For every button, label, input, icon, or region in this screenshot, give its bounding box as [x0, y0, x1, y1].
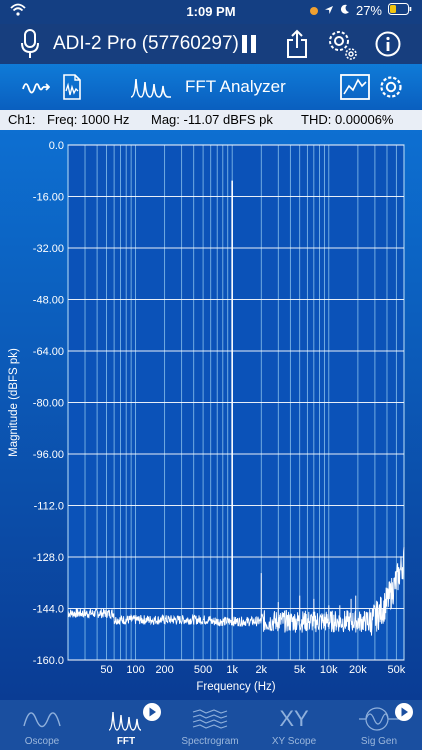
- oscope-icon: [23, 712, 61, 728]
- device-settings-icon[interactable]: [326, 27, 358, 61]
- xy-icon: XY: [279, 706, 309, 731]
- y-tick-label: -96.00: [33, 449, 64, 461]
- device-bar: ADI-2 Pro (57760297): [0, 24, 422, 64]
- fft-icon: [108, 711, 142, 731]
- y-tick-label: -16.00: [33, 192, 64, 204]
- y-tick-label: -144.0: [33, 604, 64, 616]
- x-tick-label: 200: [155, 664, 173, 676]
- spectrogram-icon: [192, 709, 228, 729]
- tab-fft[interactable]: FFT: [84, 700, 168, 750]
- thd-readout: THD: 0.00006%: [301, 112, 394, 127]
- play-badge-icon: [143, 703, 161, 721]
- battery-icon: [388, 3, 412, 18]
- location-icon: [324, 3, 334, 18]
- frequency-readout: Freq: 1000 Hz: [47, 112, 130, 127]
- measurement-readout: Ch1: Freq: 1000 Hz Mag: -11.07 dBFS pk T…: [0, 110, 422, 130]
- device-name[interactable]: ADI-2 Pro (57760297): [53, 33, 239, 55]
- tab-label: XY Scope: [271, 736, 317, 747]
- y-tick-label: 0.0: [49, 140, 64, 152]
- tab-label: Sig Gen: [360, 736, 398, 747]
- tab-bar: Oscope FFT Spectrogram XY XY Scope Sig G…: [0, 700, 422, 750]
- y-tick-label: -80.00: [33, 398, 64, 410]
- microphone-icon[interactable]: [18, 28, 42, 60]
- analyzer-title: FFT Analyzer: [185, 77, 286, 96]
- x-tick-label: 500: [194, 664, 212, 676]
- tab-label: Spectrogram: [181, 736, 239, 747]
- pause-button[interactable]: [238, 32, 260, 56]
- share-icon[interactable]: [284, 28, 310, 60]
- tab-xy-scope[interactable]: XY XY Scope: [252, 700, 336, 750]
- y-tick-label: -128.0: [33, 552, 64, 564]
- tab-sig-gen[interactable]: Sig Gen: [336, 700, 422, 750]
- play-badge-icon: [395, 703, 413, 721]
- info-icon[interactable]: [374, 30, 402, 58]
- x-tick-label: 1k: [226, 664, 238, 676]
- analyzer-toolbar: FFT Analyzer: [0, 64, 422, 110]
- y-tick-label: -32.00: [33, 243, 64, 255]
- y-tick-label: -48.00: [33, 295, 64, 307]
- x-tick-label: 2k: [255, 664, 267, 676]
- x-tick-label: 50k: [387, 664, 405, 676]
- tab-oscope[interactable]: Oscope: [0, 700, 84, 750]
- channel-label: Ch1:: [8, 112, 36, 127]
- fft-plot-area[interactable]: 0.0 -16.00 -32.00 -48.00 -64.00 -80.00 -96.00 -…: [0, 130, 422, 700]
- tab-spectrogram[interactable]: Spectrogram: [168, 700, 252, 750]
- x-axis-label: Frequency (Hz): [196, 681, 275, 693]
- x-tick-label: 5k: [294, 664, 306, 676]
- graph-view-icon[interactable]: [340, 74, 370, 100]
- moon-icon: [340, 3, 350, 18]
- alarm-indicator-icon: [309, 6, 318, 15]
- wave-file-icon[interactable]: [61, 73, 83, 101]
- analyzer-settings-icon[interactable]: [378, 73, 404, 101]
- tab-label: Oscope: [24, 736, 60, 747]
- magnitude-readout: Mag: -11.07 dBFS pk: [151, 112, 273, 127]
- battery-label: 27%: [355, 3, 382, 18]
- fft-chart[interactable]: 0.0 -16.00 -32.00 -48.00 -64.00 -80.00 -96.00 -…: [0, 130, 422, 700]
- x-tick-label: 20k: [349, 664, 367, 676]
- fft-spectrum-icon: [130, 76, 172, 98]
- tab-label: FFT: [116, 736, 136, 747]
- y-tick-label: -112.0: [34, 501, 64, 513]
- status-bar: 1:09 PM 27%: [0, 0, 422, 24]
- signal-input-icon[interactable]: [22, 76, 50, 98]
- y-axis-label: Magnitude (dBFS pk): [8, 348, 20, 457]
- y-tick-label: -160.0: [33, 655, 64, 667]
- x-tick-label: 50: [100, 664, 112, 676]
- x-tick-label: 100: [126, 664, 144, 676]
- y-tick-label: -64.00: [33, 346, 64, 358]
- x-tick-label: 10k: [320, 664, 338, 676]
